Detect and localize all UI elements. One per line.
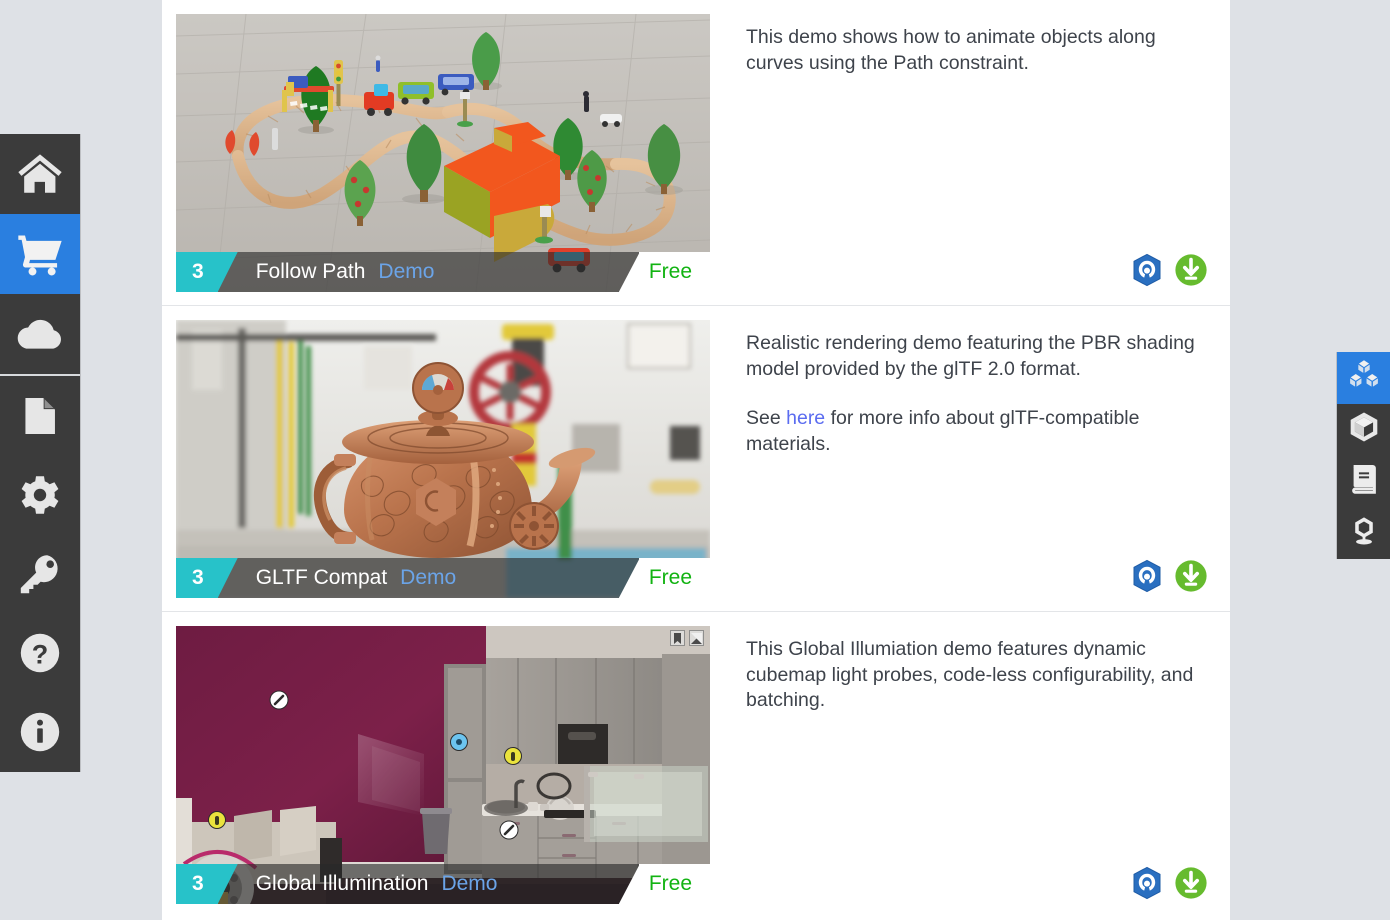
asset-description-paragraph: This demo shows how to animate objects a… <box>746 26 1156 74</box>
asset-thumbnail[interactable]: 3 Global Illumination Demo Free <box>176 626 710 904</box>
sidebar-item-home[interactable] <box>0 134 80 214</box>
gi-probe-marker <box>450 733 468 751</box>
kitchen-interior-gi-thumbnail <box>176 626 710 904</box>
asset-thumbnail[interactable]: 3 GLTF Compat Demo Free <box>176 320 710 598</box>
sidebar-item-license[interactable] <box>0 534 80 614</box>
asset-actions <box>746 559 1208 597</box>
right-sidebar-item-docs[interactable] <box>1337 456 1390 508</box>
info-icon <box>16 708 64 756</box>
asset-title-area: GLTF Compat Demo <box>217 558 639 598</box>
asset-description-paragraph-link: See here for more info about glTF-compat… <box>746 406 1198 457</box>
thumbnail-corner-icons <box>670 630 704 646</box>
asset-library-icon[interactable] <box>1130 559 1164 593</box>
book-icon <box>1348 463 1380 500</box>
gi-probe-marker <box>269 690 289 710</box>
bookmark-icon[interactable] <box>670 630 685 646</box>
document-icon <box>17 393 63 439</box>
asset-card[interactable]: 3 Global Illumination Demo Free This Glo… <box>162 612 1230 918</box>
asset-price: Free <box>638 558 710 598</box>
key-icon <box>16 550 64 598</box>
asset-actions <box>746 253 1208 291</box>
desc-text-before: See <box>746 407 787 429</box>
sidebar-item-cloud[interactable] <box>0 294 80 374</box>
asset-kind: Demo <box>441 872 498 895</box>
asset-kind: Demo <box>378 260 435 283</box>
asset-card[interactable]: 3 GLTF Compat Demo Free Realistic render… <box>162 306 1230 612</box>
wooden-toy-train-set-thumbnail <box>176 14 710 292</box>
asset-library-icon[interactable] <box>1130 253 1164 287</box>
help-icon: ? <box>16 629 64 677</box>
gi-probe-marker <box>208 811 226 829</box>
download-icon[interactable] <box>1174 253 1208 287</box>
material-icon <box>1347 514 1381 553</box>
asset-description-paragraph: This Global Illumiation demo features dy… <box>746 638 1194 711</box>
home-icon <box>15 149 65 199</box>
left-sidebar: ? <box>0 134 80 772</box>
copper-teapot-pbr-thumbnail <box>176 320 710 598</box>
asset-description-paragraph: Realistic rendering demo featuring the P… <box>746 332 1195 380</box>
svg-text:?: ? <box>32 640 49 670</box>
sidebar-item-about[interactable] <box>0 692 80 772</box>
asset-list: 3 Follow Path Demo Free This demo shows … <box>162 0 1230 920</box>
asset-title: Follow Path <box>255 260 366 283</box>
sidebar-item-documents[interactable] <box>0 375 80 456</box>
gi-probe-marker <box>499 820 519 840</box>
asset-body: This demo shows how to animate objects a… <box>710 14 1230 291</box>
asset-title-area: Follow Path Demo <box>217 252 639 292</box>
asset-title: Global Illumination <box>255 872 429 895</box>
sidebar-item-asset-store[interactable] <box>0 214 80 294</box>
right-sidebar-item-models[interactable] <box>1337 404 1390 456</box>
gi-probe-marker <box>504 747 522 765</box>
toy-figure <box>375 55 381 72</box>
right-sidebar <box>1337 352 1390 559</box>
asset-kind: Demo <box>400 566 457 589</box>
asset-title-bar: 3 GLTF Compat Demo Free <box>176 558 710 598</box>
asset-description: Realistic rendering demo featuring the P… <box>746 331 1198 457</box>
sidebar-item-settings[interactable] <box>0 455 80 535</box>
asset-title: GLTF Compat <box>255 566 388 589</box>
version-badge: 3 <box>176 864 218 904</box>
cube-icon <box>1347 410 1381 449</box>
asset-actions <box>746 866 1208 904</box>
download-icon[interactable] <box>1174 866 1208 900</box>
cart-icon <box>15 229 65 279</box>
right-sidebar-item-materials[interactable] <box>1337 507 1390 559</box>
asset-thumbnail[interactable]: 3 Follow Path Demo Free <box>176 14 710 292</box>
asset-body: This Global Illumiation demo features dy… <box>710 626 1230 904</box>
fence-post <box>272 128 278 150</box>
asset-description: This Global Illumiation demo features dy… <box>746 637 1198 714</box>
cloud-icon <box>15 309 65 359</box>
version-badge: 3 <box>176 252 218 292</box>
expand-icon[interactable] <box>689 630 704 646</box>
download-icon[interactable] <box>1174 559 1208 593</box>
asset-library-icon[interactable] <box>1130 866 1164 900</box>
asset-price: Free <box>638 252 710 292</box>
asset-description: This demo shows how to animate objects a… <box>746 25 1198 76</box>
asset-price: Free <box>638 864 710 904</box>
asset-card[interactable]: 3 Follow Path Demo Free This demo shows … <box>162 0 1230 306</box>
blocks-icon <box>1347 358 1381 397</box>
sidebar-item-help[interactable]: ? <box>0 613 80 693</box>
asset-title-bar: 3 Global Illumination Demo Free <box>176 864 710 904</box>
sidebar-item-asset-store-group <box>0 134 80 374</box>
gltf-info-link[interactable]: here <box>786 407 825 429</box>
asset-title-bar: 3 Follow Path Demo Free <box>176 252 710 292</box>
right-sidebar-item-assets[interactable] <box>1337 352 1390 404</box>
version-badge: 3 <box>176 558 218 598</box>
asset-body: Realistic rendering demo featuring the P… <box>710 320 1230 597</box>
gear-icon <box>16 471 64 519</box>
asset-title-area: Global Illumination Demo <box>217 864 639 904</box>
